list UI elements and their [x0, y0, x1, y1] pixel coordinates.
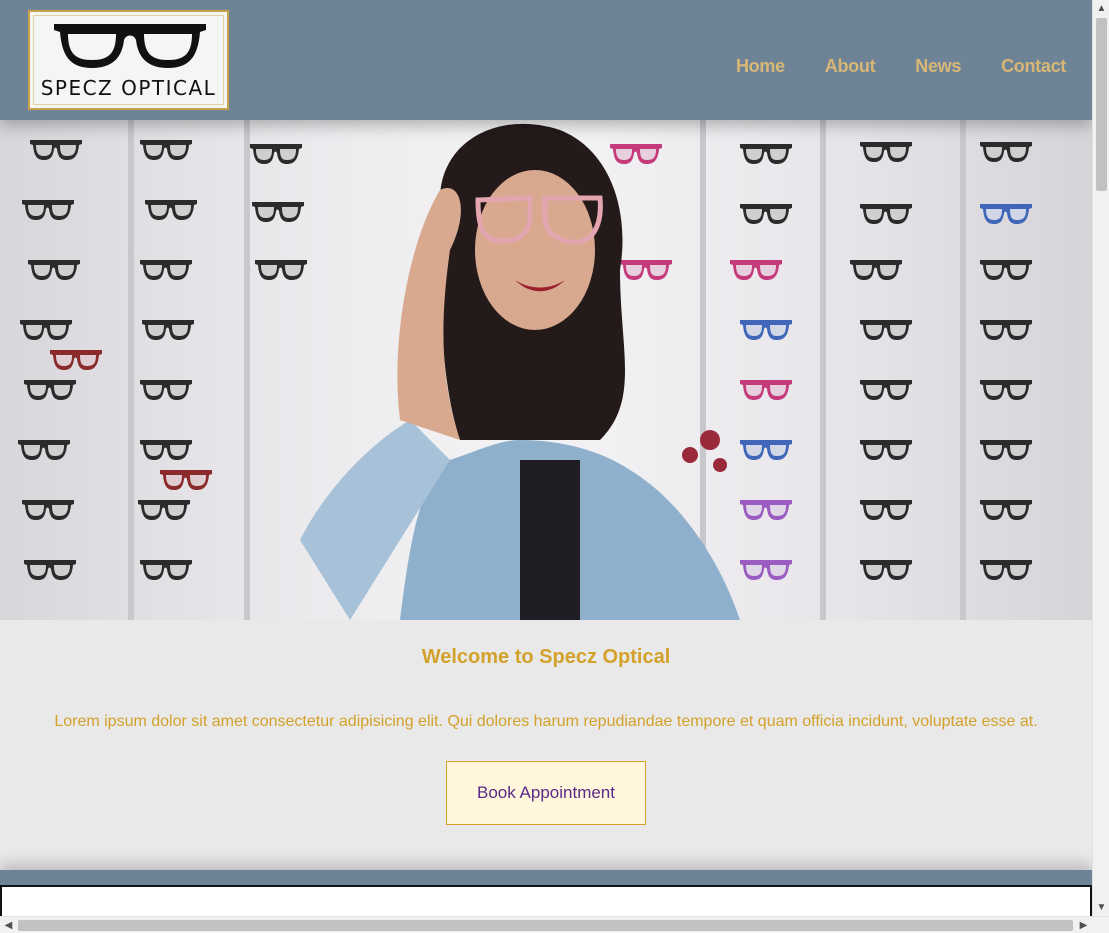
logo[interactable]: SPECZ OPTICAL	[28, 10, 229, 110]
nav-news[interactable]: News	[915, 56, 961, 77]
horizontal-scrollbar[interactable]: ◀ ▶	[0, 916, 1109, 933]
main-nav: Home About News Contact	[736, 56, 1066, 77]
welcome-description: Lorem ipsum dolor sit amet consectetur a…	[54, 713, 1038, 730]
eyeglasses-icon	[54, 24, 206, 68]
nav-contact[interactable]: Contact	[1001, 56, 1066, 77]
chevron-up-icon[interactable]: ▲	[1093, 0, 1109, 17]
chevron-down-icon[interactable]: ▼	[1093, 899, 1109, 916]
horizontal-scroll-thumb[interactable]	[18, 920, 1073, 931]
chevron-left-icon[interactable]: ◀	[0, 917, 17, 933]
welcome-heading: Welcome to Specz Optical	[421, 646, 671, 668]
footer-box	[0, 885, 1092, 916]
hero-image	[0, 120, 1092, 620]
site-header: SPECZ OPTICAL Home About News Contact	[0, 0, 1092, 120]
nav-home[interactable]: Home	[736, 56, 785, 77]
vertical-scrollbar[interactable]: ▲ ▼	[1092, 0, 1109, 916]
chevron-right-icon[interactable]: ▶	[1075, 917, 1092, 933]
nav-about[interactable]: About	[825, 56, 876, 77]
logo-text: SPECZ OPTICAL	[40, 76, 217, 100]
page-viewport: SPECZ OPTICAL Home About News Contact We…	[0, 0, 1092, 916]
book-appointment-button[interactable]: Book Appointment	[446, 761, 646, 825]
welcome-section: Welcome to Specz Optical Lorem ipsum dol…	[0, 620, 1092, 870]
vertical-scroll-thumb[interactable]	[1096, 18, 1107, 191]
hero-photo	[18, 120, 1032, 620]
